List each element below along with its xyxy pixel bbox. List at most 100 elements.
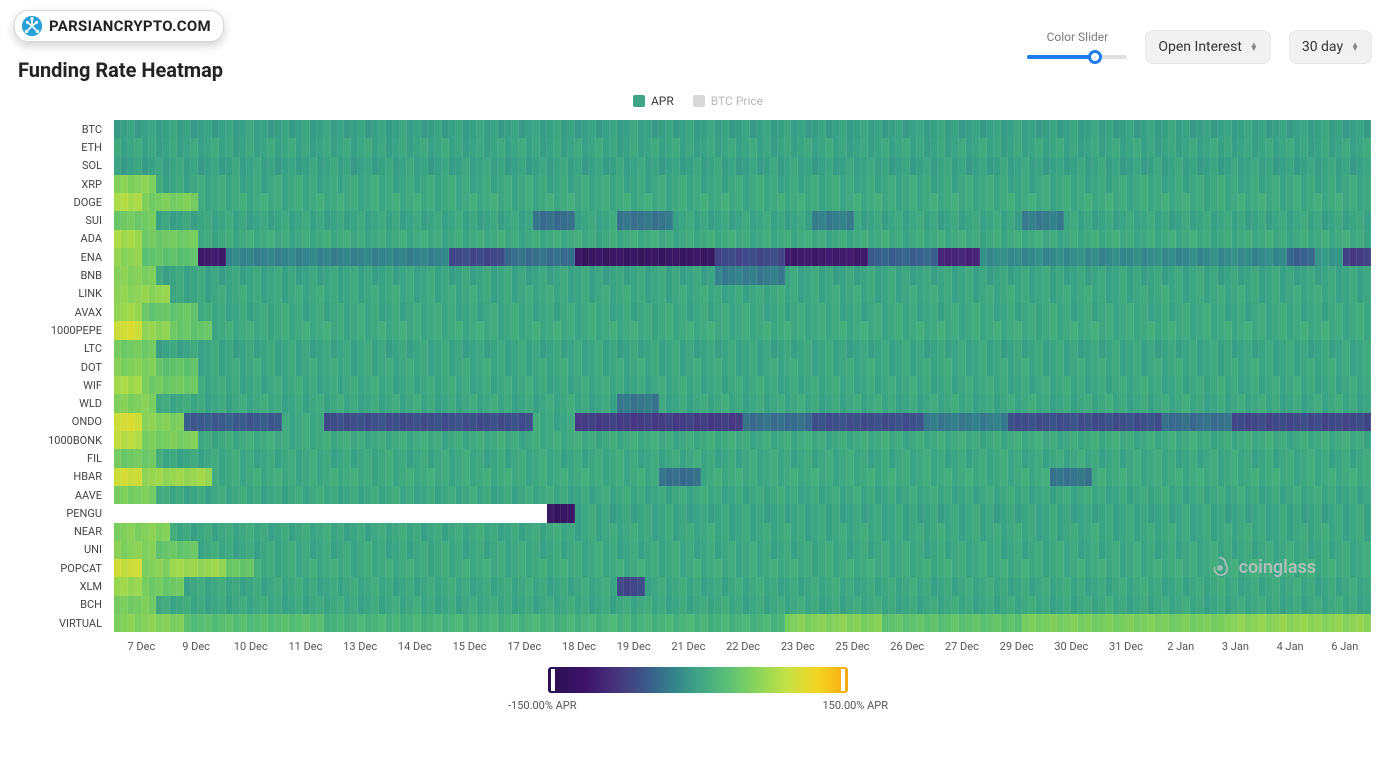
heatmap-cell[interactable]	[365, 394, 372, 412]
heatmap-cell[interactable]	[128, 596, 135, 614]
heatmap-cell[interactable]	[177, 248, 184, 266]
heatmap-cell[interactable]	[624, 449, 631, 467]
heatmap-cell[interactable]	[973, 486, 980, 504]
heatmap-cell[interactable]	[701, 431, 708, 449]
heatmap-cell[interactable]	[764, 394, 771, 412]
heatmap-cell[interactable]	[170, 559, 177, 577]
heatmap-cell[interactable]	[785, 157, 792, 175]
heatmap-cell[interactable]	[519, 303, 526, 321]
heatmap-cell[interactable]	[1120, 211, 1127, 229]
heatmap-cell[interactable]	[1085, 230, 1092, 248]
heatmap-cell[interactable]	[149, 175, 156, 193]
heatmap-cell[interactable]	[1204, 577, 1211, 595]
heatmap-cell[interactable]	[1008, 358, 1015, 376]
heatmap-cell[interactable]	[449, 449, 456, 467]
heatmap-cell[interactable]	[1301, 340, 1308, 358]
heatmap-cell[interactable]	[393, 523, 400, 541]
heatmap-cell[interactable]	[680, 468, 687, 486]
heatmap-cell[interactable]	[547, 541, 554, 559]
heatmap-cell[interactable]	[247, 321, 254, 339]
heatmap-cell[interactable]	[1336, 486, 1343, 504]
heatmap-cell[interactable]	[282, 431, 289, 449]
heatmap-cell[interactable]	[757, 413, 764, 431]
heatmap-cell[interactable]	[952, 376, 959, 394]
heatmap-cell[interactable]	[1259, 303, 1266, 321]
heatmap-cell[interactable]	[498, 175, 505, 193]
heatmap-cell[interactable]	[114, 157, 121, 175]
heatmap-cell[interactable]	[1106, 523, 1113, 541]
heatmap-cell[interactable]	[826, 413, 833, 431]
heatmap-cell[interactable]	[847, 340, 854, 358]
heatmap-cell[interactable]	[945, 468, 952, 486]
heatmap-cell[interactable]	[114, 120, 121, 138]
heatmap-cell[interactable]	[1273, 157, 1280, 175]
heatmap-cell[interactable]	[435, 248, 442, 266]
heatmap-cell[interactable]	[1022, 596, 1029, 614]
heatmap-cell[interactable]	[170, 504, 177, 522]
heatmap-cell[interactable]	[729, 266, 736, 284]
heatmap-cell[interactable]	[491, 340, 498, 358]
heatmap-cell[interactable]	[456, 376, 463, 394]
heatmap-cell[interactable]	[973, 120, 980, 138]
heatmap-cell[interactable]	[338, 120, 345, 138]
heatmap-cell[interactable]	[240, 431, 247, 449]
heatmap-cell[interactable]	[589, 138, 596, 156]
heatmap-cell[interactable]	[1120, 596, 1127, 614]
heatmap-cell[interactable]	[191, 340, 198, 358]
heatmap-cell[interactable]	[743, 285, 750, 303]
heatmap-cell[interactable]	[1190, 504, 1197, 522]
heatmap-cell[interactable]	[652, 449, 659, 467]
heatmap-cell[interactable]	[240, 157, 247, 175]
heatmap-cell[interactable]	[519, 321, 526, 339]
heatmap-cell[interactable]	[275, 468, 282, 486]
heatmap-cell[interactable]	[687, 303, 694, 321]
heatmap-cell[interactable]	[358, 614, 365, 632]
heatmap-cell[interactable]	[896, 596, 903, 614]
heatmap-cell[interactable]	[645, 120, 652, 138]
heatmap-cell[interactable]	[1169, 376, 1176, 394]
heatmap-cell[interactable]	[966, 394, 973, 412]
heatmap-cell[interactable]	[1273, 413, 1280, 431]
heatmap-cell[interactable]	[1001, 577, 1008, 595]
heatmap-cell[interactable]	[854, 266, 861, 284]
heatmap-cell[interactable]	[1148, 431, 1155, 449]
heatmap-cell[interactable]	[1364, 358, 1371, 376]
heatmap-cell[interactable]	[533, 211, 540, 229]
heatmap-cell[interactable]	[847, 230, 854, 248]
heatmap-cell[interactable]	[303, 157, 310, 175]
heatmap-cell[interactable]	[386, 193, 393, 211]
heatmap-cell[interactable]	[233, 541, 240, 559]
heatmap-cell[interactable]	[966, 413, 973, 431]
heatmap-cell[interactable]	[924, 577, 931, 595]
heatmap-cell[interactable]	[771, 266, 778, 284]
heatmap-cell[interactable]	[631, 431, 638, 449]
heatmap-cell[interactable]	[149, 157, 156, 175]
heatmap-cell[interactable]	[310, 303, 317, 321]
heatmap-cell[interactable]	[505, 358, 512, 376]
heatmap-cell[interactable]	[798, 504, 805, 522]
heatmap-cell[interactable]	[484, 321, 491, 339]
heatmap-cell[interactable]	[170, 358, 177, 376]
heatmap-cell[interactable]	[896, 285, 903, 303]
heatmap-cell[interactable]	[736, 266, 743, 284]
heatmap-cell[interactable]	[310, 266, 317, 284]
heatmap-cell[interactable]	[798, 523, 805, 541]
heatmap-cell[interactable]	[987, 413, 994, 431]
heatmap-cell[interactable]	[372, 303, 379, 321]
heatmap-cell[interactable]	[847, 157, 854, 175]
heatmap-cell[interactable]	[1113, 285, 1120, 303]
heatmap-cell[interactable]	[1280, 431, 1287, 449]
heatmap-cell[interactable]	[533, 413, 540, 431]
heatmap-cell[interactable]	[1015, 321, 1022, 339]
heatmap-cell[interactable]	[666, 577, 673, 595]
heatmap-cell[interactable]	[1238, 340, 1245, 358]
heatmap-cell[interactable]	[910, 340, 917, 358]
heatmap-cell[interactable]	[1266, 541, 1273, 559]
heatmap-cell[interactable]	[561, 523, 568, 541]
heatmap-cell[interactable]	[547, 248, 554, 266]
heatmap-cell[interactable]	[1301, 285, 1308, 303]
heatmap-cell[interactable]	[561, 120, 568, 138]
heatmap-cell[interactable]	[247, 340, 254, 358]
heatmap-cell[interactable]	[1218, 596, 1225, 614]
heatmap-cell[interactable]	[1280, 449, 1287, 467]
